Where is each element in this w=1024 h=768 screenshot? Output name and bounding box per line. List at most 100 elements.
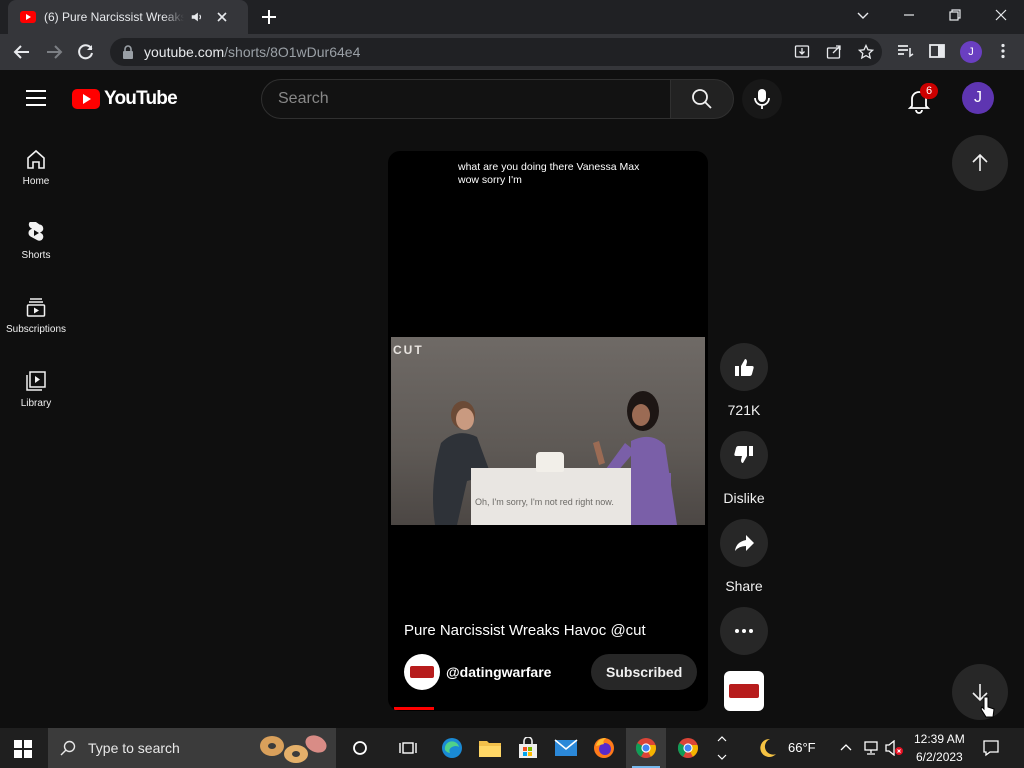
share-label: Share xyxy=(725,578,763,594)
account-avatar[interactable]: J xyxy=(962,82,994,114)
youtube-play-icon xyxy=(72,89,100,109)
close-tab-icon[interactable] xyxy=(214,9,230,25)
taskbar-search-box[interactable]: Type to search xyxy=(48,728,336,768)
search-button[interactable] xyxy=(670,79,734,119)
taskbar-search-placeholder: Type to search xyxy=(88,740,180,756)
cortana-icon[interactable] xyxy=(340,728,380,768)
video-subtitle: Oh, I'm sorry, I'm not red right now. xyxy=(475,497,614,507)
browser-profile-avatar[interactable]: J xyxy=(960,41,982,63)
network-icon[interactable] xyxy=(862,740,880,756)
new-tab-icon[interactable] xyxy=(260,8,278,26)
url-text: youtube.com/shorts/8O1wDur64e4 xyxy=(144,44,361,60)
sound-thumbnail[interactable] xyxy=(724,671,764,711)
microsoft-store-icon[interactable] xyxy=(508,728,548,768)
like-action: 721K xyxy=(720,343,768,418)
sidebar-item-label: Library xyxy=(20,398,52,409)
tab-search-icon[interactable] xyxy=(840,0,886,30)
clock-time[interactable]: 12:39 AM xyxy=(914,732,965,746)
address-bar[interactable]: youtube.com/shorts/8O1wDur64e4 xyxy=(110,38,882,66)
mail-icon[interactable] xyxy=(546,728,586,768)
clock-date[interactable]: 6/2/2023 xyxy=(916,750,963,764)
hamburger-menu-icon[interactable] xyxy=(26,90,46,106)
more-action xyxy=(720,607,768,655)
sidebar-item-shorts[interactable]: Shorts xyxy=(0,202,72,276)
bookmark-star-icon[interactable] xyxy=(858,44,874,60)
browser-menu-icon[interactable] xyxy=(994,42,1012,60)
search-input[interactable] xyxy=(278,90,648,108)
show-hidden-icons-icon[interactable] xyxy=(840,742,852,752)
more-options-button[interactable] xyxy=(720,607,768,655)
chevron-down-icon xyxy=(717,754,727,760)
back-arrow-icon[interactable] xyxy=(12,42,32,62)
channel-row: @datingwarfare Subscribed xyxy=(404,654,698,690)
browser-toolbar: youtube.com/shorts/8O1wDur64e4 J xyxy=(0,34,1024,70)
forward-arrow-icon[interactable] xyxy=(44,42,64,62)
shorts-video-player[interactable]: what are you doing there Vanessa Max wow… xyxy=(388,151,708,711)
sidebar-item-library[interactable]: Library xyxy=(0,350,72,424)
notification-badge: 6 xyxy=(920,83,938,99)
weather-temperature[interactable]: 66°F xyxy=(788,740,816,755)
youtube-logo[interactable]: YouTube xyxy=(72,88,178,110)
mouse-cursor-icon xyxy=(980,696,995,718)
like-button[interactable] xyxy=(720,343,768,391)
microphone-icon xyxy=(754,89,770,109)
dislike-label: Dislike xyxy=(723,490,765,506)
thumbs-up-icon xyxy=(735,359,754,376)
task-view-icon[interactable] xyxy=(388,728,428,768)
reload-icon[interactable] xyxy=(76,42,96,62)
mini-guide-sidebar: Home Shorts Subscriptions Library xyxy=(0,128,72,424)
minimize-icon[interactable] xyxy=(886,0,932,30)
edge-browser-icon[interactable] xyxy=(432,728,472,768)
action-center-icon[interactable] xyxy=(982,739,1000,757)
share-button[interactable] xyxy=(720,519,768,567)
dislike-action: Dislike xyxy=(720,431,768,506)
chrome-icon[interactable] xyxy=(668,728,708,768)
voice-search-button[interactable] xyxy=(742,79,782,119)
firefox-icon[interactable] xyxy=(584,728,624,768)
lock-icon[interactable] xyxy=(122,45,134,59)
subscriptions-icon xyxy=(26,298,46,317)
file-explorer-icon[interactable] xyxy=(470,728,510,768)
library-icon xyxy=(26,371,46,391)
browser-tab-strip: (6) Pure Narcissist Wreaks Havoc @cut xyxy=(0,0,1024,34)
share-arrow-icon xyxy=(735,535,754,551)
windows-taskbar: Type to search 66°F 12:39 AM 6/2/2023 xyxy=(0,728,1024,768)
close-window-icon[interactable] xyxy=(978,0,1024,30)
dislike-button[interactable] xyxy=(720,431,768,479)
playback-progress-bar[interactable] xyxy=(394,707,434,710)
volume-muted-icon[interactable] xyxy=(884,740,904,756)
video-frame: CUT Oh, I'm sorry, I'm not red right now… xyxy=(391,337,705,525)
video-caption: what are you doing there Vanessa Max wow… xyxy=(458,161,640,186)
sidebar-item-label: Subscriptions xyxy=(5,324,67,335)
sidebar-item-subscriptions[interactable]: Subscriptions xyxy=(0,276,72,350)
chrome-icon-active[interactable] xyxy=(626,728,666,768)
moon-weather-icon[interactable] xyxy=(756,737,778,759)
previous-short-button[interactable] xyxy=(952,135,1008,191)
subscribed-button[interactable]: Subscribed xyxy=(591,654,698,690)
reading-list-icon[interactable] xyxy=(896,42,914,60)
search-box xyxy=(261,79,671,119)
cut-watermark: CUT xyxy=(393,343,424,357)
share-page-icon[interactable] xyxy=(826,44,842,60)
browser-tab[interactable]: (6) Pure Narcissist Wreaks Havoc @cut xyxy=(8,0,248,34)
lamp-shape xyxy=(536,452,564,472)
restore-icon[interactable] xyxy=(932,0,978,30)
channel-name[interactable]: @datingwarfare xyxy=(446,664,551,680)
youtube-favicon-icon xyxy=(20,11,36,23)
thumbs-down-icon xyxy=(734,446,753,463)
video-title[interactable]: Pure Narcissist Wreaks Havoc @cut xyxy=(404,622,646,639)
more-horizontal-icon xyxy=(735,629,753,633)
donut-search-highlight-icon xyxy=(260,735,327,763)
taskbar-overflow-chevrons[interactable] xyxy=(712,728,732,768)
install-app-icon[interactable] xyxy=(794,44,810,60)
sidebar-item-home[interactable]: Home xyxy=(0,128,72,202)
channel-avatar[interactable] xyxy=(404,654,440,690)
shorts-icon xyxy=(28,222,44,241)
search-icon xyxy=(60,740,76,756)
search-icon xyxy=(692,89,712,109)
chevron-up-icon xyxy=(717,736,727,742)
audio-playing-icon[interactable] xyxy=(190,10,204,24)
arrow-up-icon xyxy=(972,153,988,171)
windows-start-icon[interactable] xyxy=(14,740,32,758)
side-panel-icon[interactable] xyxy=(928,42,946,60)
